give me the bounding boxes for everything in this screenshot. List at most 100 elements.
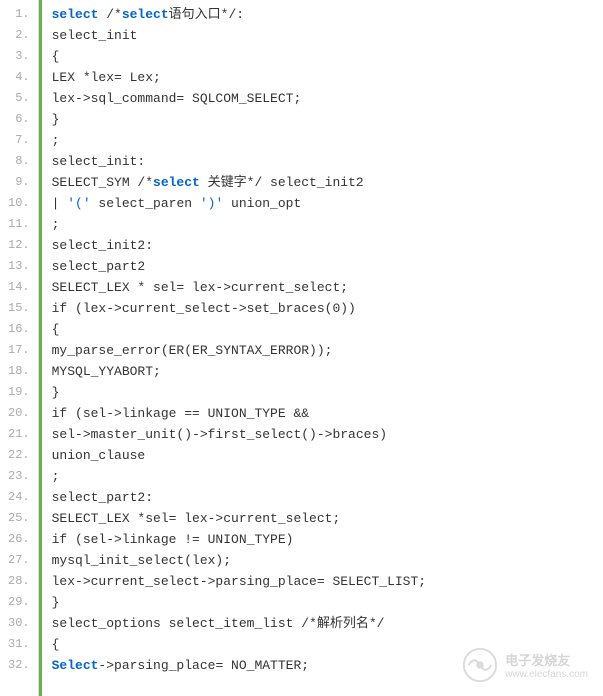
line-number: 22. (0, 445, 38, 466)
code-token: select_init: (52, 154, 146, 169)
code-token: /* (98, 7, 121, 22)
code-area: select /*select语句入口*/: select_init { LEX *l… (39, 0, 603, 696)
code-line: sel->master_unit()->first_select()->brac… (42, 424, 603, 445)
line-number: 17. (0, 340, 38, 361)
code-line: LEX *lex= Lex; (42, 67, 603, 88)
code-token: { (52, 637, 60, 652)
line-number: 12. (0, 235, 38, 256)
code-line: ; (42, 466, 603, 487)
code-line: if (sel->linkage == UNION_TYPE && (42, 403, 603, 424)
code-line: SELECT_LEX * sel= lex->current_select; (42, 277, 603, 298)
code-token: my_parse_error(ER(ER_SYNTAX_ERROR)); (52, 343, 333, 358)
code-token: ; (52, 469, 60, 484)
line-number: 18. (0, 361, 38, 382)
code-line: select_init (42, 25, 603, 46)
code-token: } (52, 595, 60, 610)
code-token: union_clause (52, 448, 146, 463)
line-number: 11. (0, 214, 38, 235)
keyword-token: Select (52, 658, 99, 673)
line-number: 16. (0, 319, 38, 340)
code-line: } (42, 592, 603, 613)
code-line: select_part2: (42, 487, 603, 508)
string-token: ')' (200, 196, 223, 211)
code-line: if (lex->current_select->set_braces(0)) (42, 298, 603, 319)
line-number: 10. (0, 193, 38, 214)
line-number: 9. (0, 172, 38, 193)
code-line: { (42, 319, 603, 340)
code-line: select_init: (42, 151, 603, 172)
code-token: { (52, 322, 60, 337)
code-line: union_clause (42, 445, 603, 466)
code-line: SELECT_LEX *sel= lex->current_select; (42, 508, 603, 529)
code-token: union_opt (223, 196, 301, 211)
code-token: lex->current_select->parsing_place= SELE… (52, 574, 426, 589)
line-number: 8. (0, 151, 38, 172)
keyword-token: select (122, 7, 169, 22)
line-number: 7. (0, 130, 38, 151)
watermark: 电子发烧友 www.elecfans.com (461, 646, 588, 684)
code-line: ; (42, 214, 603, 235)
line-number: 31. (0, 634, 38, 655)
code-token: select_options select_item_list /*解析列名*/ (52, 616, 385, 631)
line-number: 29. (0, 592, 38, 613)
code-token: 关键字*/ select_init2 (200, 175, 364, 190)
code-token: } (52, 385, 60, 400)
code-token: MYSQL_YYABORT; (52, 364, 161, 379)
string-token: '(' (67, 196, 90, 211)
line-number: 20. (0, 403, 38, 424)
code-line: if (sel->linkage != UNION_TYPE) (42, 529, 603, 550)
code-token: if (lex->current_select->set_braces(0)) (52, 301, 356, 316)
code-token: sel->master_unit()->first_select()->brac… (52, 427, 387, 442)
code-token: ; (52, 133, 60, 148)
code-token: mysql_init_select(lex); (52, 553, 231, 568)
code-line: MYSQL_YYABORT; (42, 361, 603, 382)
code-token: ; (52, 217, 60, 232)
code-line: select_init2: (42, 235, 603, 256)
code-token: lex->sql_command= SQLCOM_SELECT; (52, 91, 302, 106)
code-container: 1.2.3.4.5.6.7.8.9.10.11.12.13.14.15.16.1… (0, 0, 603, 696)
code-token: if (sel->linkage == UNION_TYPE && (52, 406, 309, 421)
line-number: 2. (0, 25, 38, 46)
line-number: 21. (0, 424, 38, 445)
line-number: 19. (0, 382, 38, 403)
code-line: lex->sql_command= SQLCOM_SELECT; (42, 88, 603, 109)
line-number: 26. (0, 529, 38, 550)
code-line: } (42, 109, 603, 130)
line-number: 30. (0, 613, 38, 634)
line-number: 3. (0, 46, 38, 67)
keyword-token: select (52, 7, 99, 22)
line-number: 27. (0, 550, 38, 571)
line-number: 32. (0, 655, 38, 676)
code-line: SELECT_SYM /*select 关键字*/ select_init2 (42, 172, 603, 193)
line-number: 15. (0, 298, 38, 319)
code-token: } (52, 112, 60, 127)
line-number: 5. (0, 88, 38, 109)
code-line: lex->current_select->parsing_place= SELE… (42, 571, 603, 592)
code-line: ; (42, 130, 603, 151)
line-number: 23. (0, 466, 38, 487)
code-token: | (52, 196, 68, 211)
line-number: 25. (0, 508, 38, 529)
code-line: my_parse_error(ER(ER_SYNTAX_ERROR)); (42, 340, 603, 361)
watermark-cn: 电子发烧友 (505, 650, 588, 669)
code-token: { (52, 49, 60, 64)
line-number: 24. (0, 487, 38, 508)
code-token: SELECT_LEX *sel= lex->current_select; (52, 511, 341, 526)
code-token: select_paren (91, 196, 200, 211)
code-token: LEX *lex= Lex; (52, 70, 161, 85)
code-token: select_init2: (52, 238, 153, 253)
code-line: { (42, 46, 603, 67)
code-line: select /*select语句入口*/: (42, 4, 603, 25)
keyword-token: select (153, 175, 200, 190)
code-line: select_options select_item_list /*解析列名*/ (42, 613, 603, 634)
code-token: select_init (52, 28, 138, 43)
line-number: 1. (0, 4, 38, 25)
watermark-url: www.elecfans.com (505, 669, 588, 680)
line-number-gutter: 1.2.3.4.5.6.7.8.9.10.11.12.13.14.15.16.1… (0, 0, 39, 696)
line-number: 4. (0, 67, 38, 88)
line-number: 6. (0, 109, 38, 130)
line-number: 14. (0, 277, 38, 298)
code-line: } (42, 382, 603, 403)
watermark-logo-icon (461, 646, 499, 684)
code-token: select_part2 (52, 259, 146, 274)
